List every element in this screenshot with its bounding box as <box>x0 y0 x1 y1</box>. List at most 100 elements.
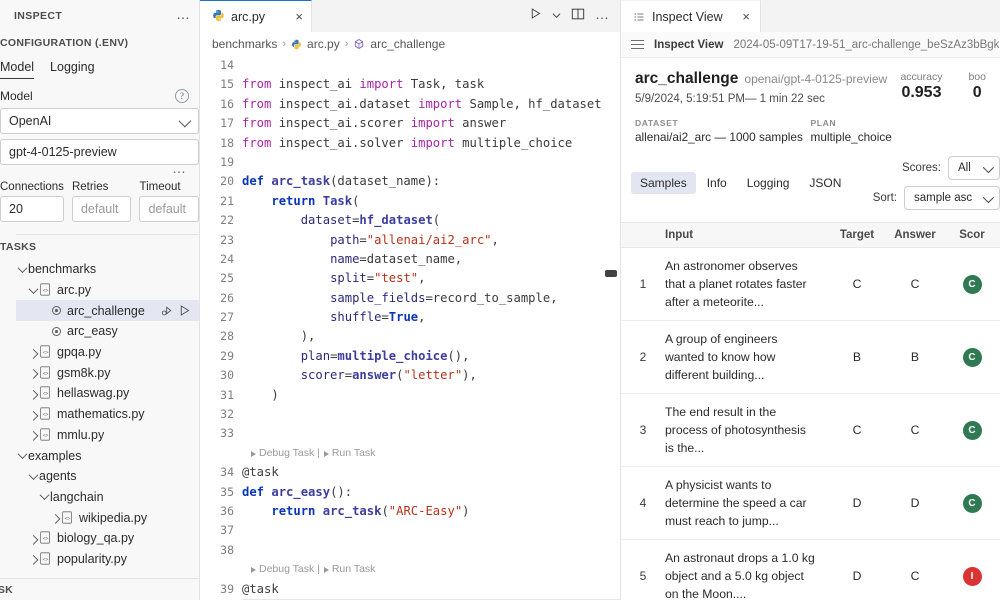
chevron-right-icon[interactable] <box>27 349 39 356</box>
split-editor-icon[interactable] <box>571 7 585 26</box>
code-line[interactable]: sample_fields=record_to_sample, <box>242 289 620 308</box>
code-line[interactable]: scorer=answer("letter"), <box>242 366 620 385</box>
timeout-input[interactable]: default <box>139 196 199 222</box>
chevron-right-icon[interactable] <box>27 535 39 542</box>
code-line[interactable]: def arc_easy(): <box>242 483 620 502</box>
code-line[interactable]: from inspect_ai.solver import multiple_c… <box>242 134 620 153</box>
chevron-down-icon[interactable] <box>27 473 39 480</box>
tab-info[interactable]: Info <box>698 172 736 194</box>
chevron-right-icon[interactable] <box>27 431 39 438</box>
close-icon[interactable]: × <box>742 9 750 24</box>
more-actions-icon[interactable]: … <box>595 7 610 23</box>
code-line[interactable]: from inspect_ai.dataset import Sample, h… <box>242 95 620 114</box>
tree-item-benchmarks[interactable]: benchmarks <box>16 259 199 280</box>
tab-logging[interactable]: Logging <box>738 172 799 194</box>
code-area[interactable]: 14 15 16 17 18 19 20 21 22 23 24 25 26 27 28 29 30 31 32 33… <box>200 56 620 600</box>
code-line[interactable]: dataset=hf_dataset( <box>242 211 620 230</box>
code-line[interactable]: path="allenai/ai2_arc", <box>242 231 620 250</box>
code-line[interactable]: split="test", <box>242 269 620 288</box>
code-line[interactable] <box>242 56 620 75</box>
code-line[interactable] <box>242 153 620 172</box>
code-line[interactable] <box>242 521 620 540</box>
code-line[interactable]: @task <box>242 463 620 482</box>
hamburger-icon[interactable] <box>631 39 644 50</box>
editor-tab-arc-py[interactable]: arc.py × <box>200 0 312 32</box>
tree-item-gpqa-py[interactable]: <> gpqa.py <box>16 342 199 363</box>
code-line[interactable]: return arc_task("ARC-Easy") <box>242 502 620 521</box>
sort-select[interactable]: sample asc <box>904 186 1000 210</box>
code-line[interactable]: @task <box>242 580 620 599</box>
tree-item-mathematics-py[interactable]: <> mathematics.py <box>16 404 199 425</box>
config-section-header[interactable]: CONFIGURATION (.ENV) <box>0 32 199 54</box>
code-lines[interactable]: from inspect_ai import Task, task from in… <box>242 56 620 600</box>
table-row[interactable]: 4 A physicist wants to determine the spee… <box>621 467 1000 540</box>
code-line[interactable]: name=dataset_name, <box>242 250 620 269</box>
breadcrumb-item-arc-challenge[interactable]: arc_challenge <box>370 37 445 51</box>
retries-input[interactable]: default <box>71 196 132 222</box>
tab-model[interactable]: Model <box>0 60 35 79</box>
close-icon[interactable]: × <box>295 10 303 23</box>
chevron-right-icon[interactable] <box>49 514 61 521</box>
line-number: 30 <box>220 368 234 383</box>
tab-samples[interactable]: Samples <box>631 172 696 194</box>
breadcrumb-item-arc-py[interactable]: arc.py <box>307 37 340 51</box>
tab-logging[interactable]: Logging <box>50 60 95 79</box>
chevron-right-icon[interactable] <box>27 369 39 376</box>
code-line[interactable]: from inspect_ai import Task, task <box>242 75 620 94</box>
tree-item-agents[interactable]: agents <box>16 466 199 487</box>
code-line[interactable] <box>242 541 620 560</box>
table-row[interactable]: 3 The end result in the process of photos… <box>621 394 1000 467</box>
code-line[interactable]: def arc_task(dataset_name): <box>242 172 620 191</box>
table-row[interactable]: 5 An astronaut drops a 1.0 kg object and … <box>621 540 1000 600</box>
log-file-name[interactable]: 2024-05-09T17-19-51_arc-challenge_beSzAz… <box>733 39 999 51</box>
code-line[interactable]: plan=multiple_choice(), <box>242 347 620 366</box>
model-input[interactable]: gpt-4-0125-preview <box>0 139 199 165</box>
tree-item-biology-qa-py[interactable]: <> biology_qa.py <box>16 528 199 549</box>
code-line[interactable]: return Task( <box>242 192 620 211</box>
tree-item-examples[interactable]: examples <box>16 445 199 466</box>
code-line[interactable]: ) <box>242 386 620 405</box>
tree-item-popularity-py[interactable]: <> popularity.py <box>16 549 199 570</box>
run-icon[interactable] <box>529 7 542 25</box>
chevron-right-icon[interactable] <box>27 390 39 397</box>
tree-item-wikipedia-py[interactable]: <> wikipedia.py <box>16 507 199 528</box>
code-lens[interactable]: Debug Task | Run Task <box>242 560 620 579</box>
code-line[interactable]: ), <box>242 327 620 346</box>
code-line[interactable]: shuffle=True, <box>242 308 620 327</box>
chevron-down-icon[interactable] <box>552 7 561 25</box>
chevron-right-icon[interactable] <box>27 555 39 562</box>
debug-task-icon[interactable] <box>161 304 174 317</box>
provider-select[interactable]: OpenAI <box>0 108 199 134</box>
task-section-label: TASK <box>0 583 14 596</box>
table-row[interactable]: 1 An astronomer observes that a planet ro… <box>621 248 1000 321</box>
code-line[interactable] <box>242 424 620 443</box>
tree-item-arc-py[interactable]: <> arc.py <box>16 280 199 301</box>
chevron-down-icon[interactable] <box>16 266 28 273</box>
code-line[interactable]: from inspect_ai.scorer import answer <box>242 114 620 133</box>
chevron-down-icon[interactable] <box>16 452 28 459</box>
connections-input[interactable]: 20 <box>0 196 64 222</box>
code-lens[interactable]: Debug Task | Run Task <box>242 444 620 463</box>
tasks-section-header[interactable]: TASKS <box>0 235 199 259</box>
model-more-icon[interactable]: … <box>16 161 199 179</box>
run-task-icon[interactable] <box>178 304 191 317</box>
tab-json[interactable]: JSON <box>800 172 850 194</box>
tree-item-hellaswag-py[interactable]: <> hellaswag.py <box>16 383 199 404</box>
code-line[interactable] <box>242 405 620 424</box>
breadcrumb-item-benchmarks[interactable]: benchmarks <box>212 37 277 51</box>
tree-item-mmlu-py[interactable]: <> mmlu.py <box>16 425 199 446</box>
scores-select[interactable]: All <box>948 156 1000 180</box>
table-row[interactable]: 2 A group of engineers wanted to know how… <box>621 321 1000 394</box>
help-circle-icon[interactable]: ? <box>175 89 189 103</box>
inspect-view-tab[interactable]: Inspect View × <box>621 0 761 32</box>
chevron-down-icon[interactable] <box>38 493 50 500</box>
tree-item-arc-easy[interactable]: arc_easy <box>16 321 199 342</box>
editor-scrollbar-thumb[interactable] <box>605 270 617 277</box>
tree-item-langchain[interactable]: langchain <box>16 487 199 508</box>
chevron-down-icon[interactable] <box>27 287 39 294</box>
tree-item-arc-challenge[interactable]: arc_challenge <box>16 300 199 322</box>
tree-item-gsm8k-py[interactable]: <> gsm8k.py <box>16 362 199 383</box>
sidebar-more-icon[interactable]: … <box>176 7 191 23</box>
chevron-right-icon[interactable] <box>27 411 39 418</box>
task-section-header[interactable]: TASK <box>0 578 199 600</box>
